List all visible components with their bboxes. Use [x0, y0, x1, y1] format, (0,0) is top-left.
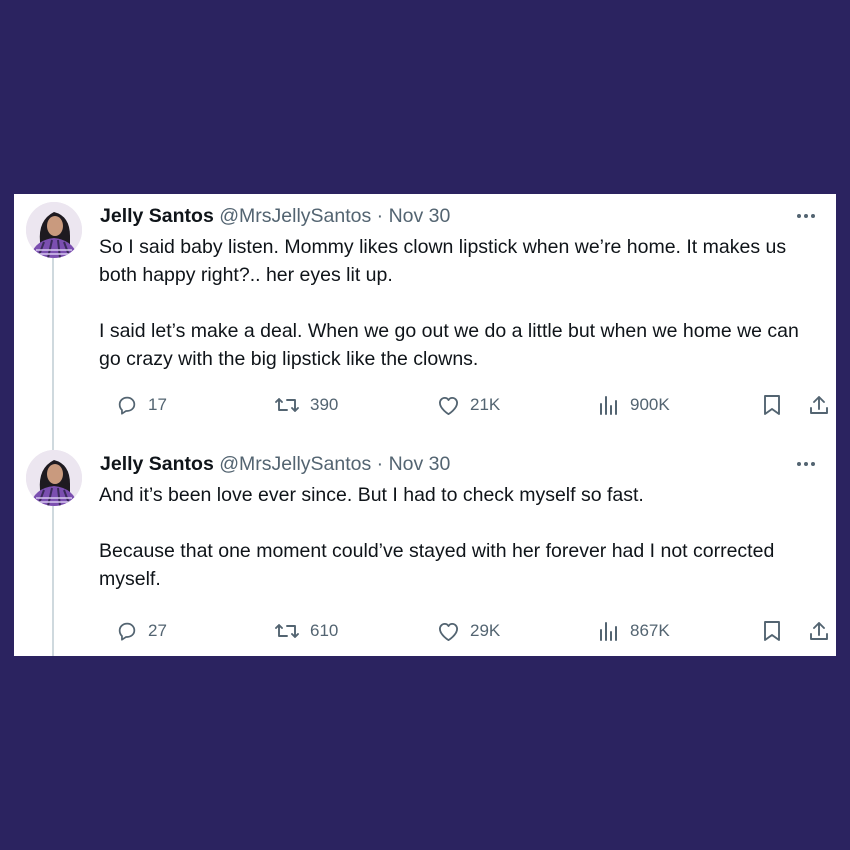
reply-icon: [118, 622, 136, 641]
reply-count: 17: [148, 395, 167, 414]
views-count: 900K: [630, 395, 670, 414]
tweet-header: Jelly Santos @MrsJellySantos · Nov 30: [100, 451, 450, 477]
reply-button[interactable]: 17: [116, 392, 167, 418]
retweet-button[interactable]: 390: [274, 392, 338, 418]
share-icon: [810, 396, 828, 414]
views-button[interactable]: 867K: [598, 618, 670, 644]
tweet-thread-card: Jelly Santos @MrsJellySantos · Nov 30 So…: [14, 194, 836, 656]
user-handle[interactable]: @MrsJellySantos: [219, 453, 371, 475]
like-button[interactable]: 21K: [437, 392, 500, 418]
views-icon: [600, 622, 617, 641]
action-bar: 27 610 29K 867K: [100, 618, 828, 644]
tweet-header: Jelly Santos @MrsJellySantos · Nov 30: [100, 203, 450, 229]
tweet-paragraph: And it’s been love ever since. But I had…: [99, 484, 644, 506]
bookmark-icon: [764, 621, 780, 641]
share-button[interactable]: [808, 392, 830, 418]
tweet-paragraph: So I said baby listen. Mommy likes clown…: [99, 236, 787, 286]
like-icon: [439, 396, 458, 415]
views-count: 867K: [630, 621, 670, 640]
avatar[interactable]: [26, 450, 82, 506]
tweet-text: So I said baby listen. Mommy likes clown…: [99, 233, 814, 373]
like-count: 29K: [470, 621, 501, 640]
more-icon: [797, 462, 815, 466]
reply-button[interactable]: 27: [116, 618, 167, 644]
retweet-button[interactable]: 610: [274, 618, 338, 644]
tweet-date[interactable]: · Nov 30: [377, 453, 451, 475]
like-count: 21K: [470, 395, 501, 414]
retweet-icon: [275, 624, 299, 638]
tweet[interactable]: Jelly Santos @MrsJellySantos · Nov 30 An…: [14, 442, 836, 656]
views-icon: [600, 396, 617, 415]
retweet-count: 390: [310, 395, 339, 414]
share-button[interactable]: [808, 618, 830, 644]
action-bar: 17 390 21K 900K: [100, 392, 828, 418]
tweet[interactable]: Jelly Santos @MrsJellySantos · Nov 30 So…: [14, 194, 836, 442]
tweet-date[interactable]: · Nov 30: [377, 205, 451, 227]
tweet-paragraph: I said let’s make a deal. When we go out…: [99, 320, 799, 370]
tweet-paragraph: Because that one moment could’ve stayed …: [99, 540, 775, 590]
bookmark-button[interactable]: [762, 618, 782, 644]
reply-icon: [118, 396, 136, 415]
more-icon: [797, 214, 815, 218]
share-icon: [810, 622, 828, 640]
bookmark-icon: [764, 395, 780, 415]
more-options-button[interactable]: [794, 452, 818, 476]
user-handle[interactable]: @MrsJellySantos: [219, 205, 371, 227]
bookmark-button[interactable]: [762, 392, 782, 418]
reply-count: 27: [148, 621, 167, 640]
like-icon: [439, 622, 458, 641]
views-button[interactable]: 900K: [598, 392, 670, 418]
more-options-button[interactable]: [794, 204, 818, 228]
display-name[interactable]: Jelly Santos: [100, 205, 214, 227]
display-name[interactable]: Jelly Santos: [100, 453, 214, 475]
retweet-count: 610: [310, 621, 339, 640]
tweet-text: And it’s been love ever since. But I had…: [99, 481, 814, 593]
avatar[interactable]: [26, 202, 82, 258]
retweet-icon: [275, 398, 299, 412]
like-button[interactable]: 29K: [437, 618, 500, 644]
